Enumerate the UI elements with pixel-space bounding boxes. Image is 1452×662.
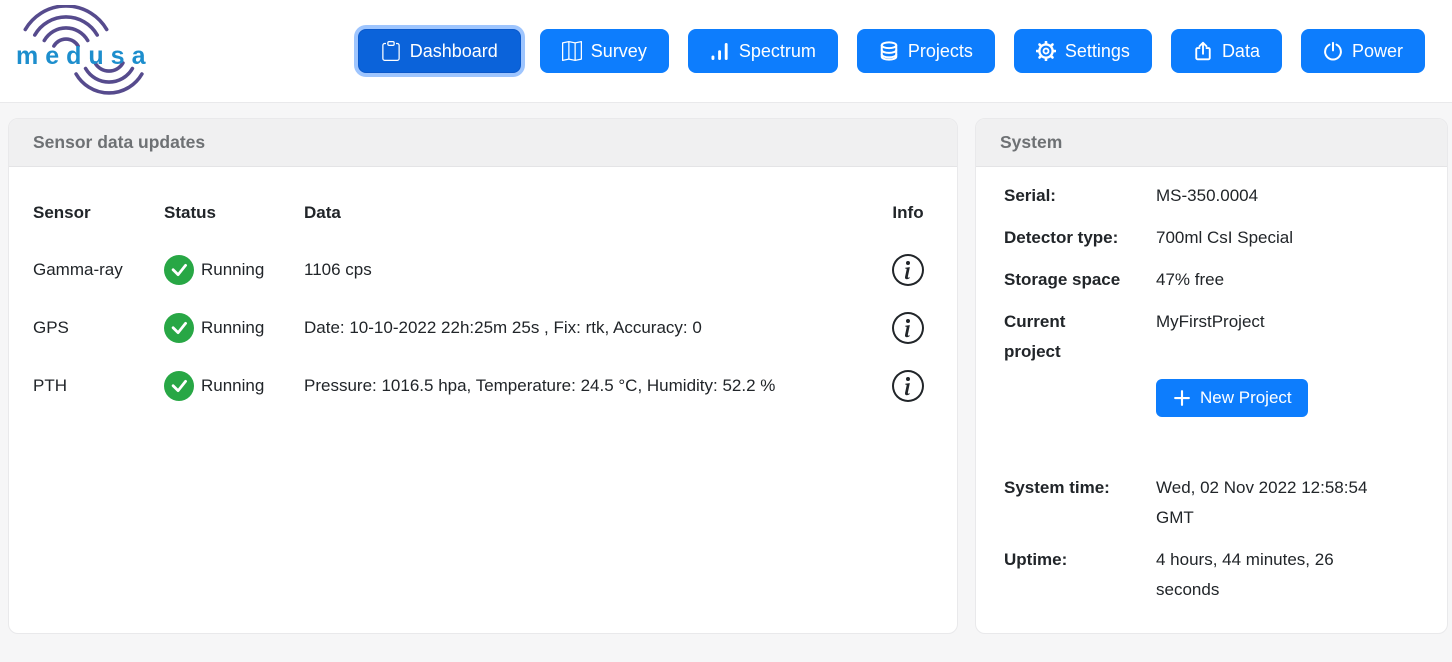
medusa-logo[interactable]: medusa (14, 5, 162, 97)
status-label: Running (201, 376, 264, 396)
power-icon (1323, 41, 1343, 61)
serial-value: MS-350.0004 (1156, 181, 1258, 211)
status-cell: Running (164, 255, 304, 285)
nav-dashboard-button[interactable]: Dashboard (358, 29, 521, 73)
sensor-table: Sensor Status Data Info Gamma-ray Runnin… (9, 167, 957, 402)
nav-data-button[interactable]: Data (1171, 29, 1282, 73)
info-cell (892, 254, 924, 286)
status-cell: Running (164, 371, 304, 401)
main-content: Sensor data updates Sensor Status Data I… (0, 103, 1452, 634)
system-card-title: System (976, 119, 1447, 167)
data-cell: Pressure: 1016.5 hpa, Temperature: 24.5 … (304, 376, 876, 396)
check-circle-icon (164, 371, 194, 401)
info-cell (892, 312, 924, 344)
info-button[interactable] (892, 254, 924, 286)
system-row-system-time: System time: Wed, 02 Nov 2022 12:58:54 G… (1004, 473, 1431, 533)
serial-label: Serial: (1004, 181, 1156, 211)
nav-survey-button[interactable]: Survey (540, 29, 669, 73)
new-project-button[interactable]: New Project (1156, 379, 1308, 417)
status-label: Running (201, 318, 264, 338)
upload-icon (1193, 41, 1213, 61)
current-project-label: Current project (1004, 307, 1090, 367)
storage-space-value: 47% free (1156, 265, 1224, 295)
uptime-value: 4 hours, 44 minutes, 26 seconds (1156, 545, 1401, 605)
nav-power-button[interactable]: Power (1301, 29, 1425, 73)
nav-spectrum-button[interactable]: Spectrum (688, 29, 838, 73)
gear-icon (1036, 41, 1056, 61)
detector-type-label: Detector type: (1004, 223, 1156, 253)
plus-icon (1172, 388, 1192, 408)
nav-settings-button[interactable]: Settings (1014, 29, 1152, 73)
current-project-value: MyFirstProject (1156, 307, 1265, 337)
info-button[interactable] (892, 312, 924, 344)
info-cell (892, 370, 924, 402)
spacer (1004, 417, 1431, 473)
nav-label: Dashboard (410, 41, 498, 62)
nav-label: Projects (908, 41, 973, 62)
sensor-name-cell: PTH (33, 376, 164, 396)
check-circle-icon (164, 313, 194, 343)
bar-chart-icon (710, 41, 730, 61)
top-navbar: medusa Dashboard Survey (0, 0, 1452, 103)
nav-label: Spectrum (739, 41, 816, 62)
info-circle-icon (892, 370, 924, 402)
storage-space-label: Storage space (1004, 265, 1156, 295)
sensor-name-cell: GPS (33, 318, 164, 338)
detector-type-value: 700ml CsI Special (1156, 223, 1293, 253)
logo-text: medusa (16, 42, 152, 71)
system-row-uptime: Uptime: 4 hours, 44 minutes, 26 seconds (1004, 545, 1431, 605)
info-button[interactable] (892, 370, 924, 402)
system-row-serial: Serial: MS-350.0004 (1004, 181, 1431, 211)
status-label: Running (201, 260, 264, 280)
system-time-value: Wed, 02 Nov 2022 12:58:54 GMT (1156, 473, 1401, 533)
column-header-data: Data (304, 198, 876, 228)
map-icon (562, 41, 582, 61)
system-card: System Serial: MS-350.0004 Detector type… (975, 118, 1448, 634)
new-project-row: New Project (1156, 379, 1431, 417)
main-nav: Dashboard Survey Spectrum (358, 29, 1425, 73)
status-cell: Running (164, 313, 304, 343)
nav-label: Power (1352, 41, 1403, 62)
uptime-label: Uptime: (1004, 545, 1156, 575)
column-header-info: Info (892, 198, 923, 228)
nav-label: Settings (1065, 41, 1130, 62)
system-time-label: System time: (1004, 473, 1156, 503)
system-row-storage-space: Storage space 47% free (1004, 265, 1431, 295)
data-cell: 1106 cps (304, 260, 876, 280)
data-cell: Date: 10-10-2022 22h:25m 25s , Fix: rtk,… (304, 318, 876, 338)
nav-label: Survey (591, 41, 647, 62)
nav-projects-button[interactable]: Projects (857, 29, 995, 73)
check-circle-icon (164, 255, 194, 285)
info-circle-icon (892, 312, 924, 344)
sensor-card-title: Sensor data updates (9, 119, 957, 167)
clipboard-icon (381, 41, 401, 61)
sensor-data-card: Sensor data updates Sensor Status Data I… (8, 118, 958, 634)
system-row-detector-type: Detector type: 700ml CsI Special (1004, 223, 1431, 253)
nav-label: Data (1222, 41, 1260, 62)
system-info-list: Serial: MS-350.0004 Detector type: 700ml… (976, 167, 1447, 605)
sensor-name-cell: Gamma-ray (33, 260, 164, 280)
system-row-current-project: Current project MyFirstProject (1004, 307, 1431, 367)
database-icon (879, 41, 899, 61)
column-header-status: Status (164, 198, 304, 228)
info-circle-icon (892, 254, 924, 286)
new-project-label: New Project (1200, 388, 1292, 408)
column-header-sensor: Sensor (33, 198, 164, 228)
